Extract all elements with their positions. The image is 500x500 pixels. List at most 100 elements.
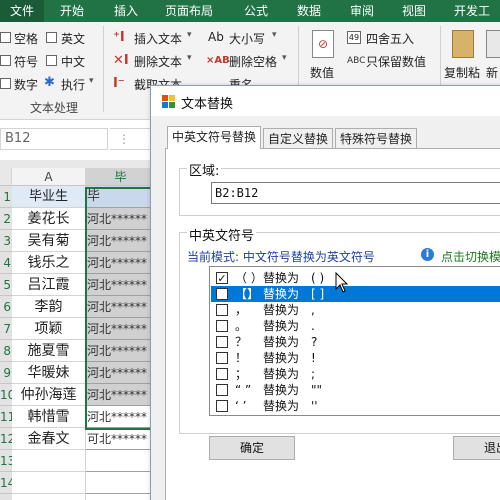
range-input[interactable]: B2:B12: [211, 182, 500, 204]
cell-province[interactable]: 河北******: [86, 230, 156, 252]
row-header[interactable]: 7: [0, 318, 12, 340]
row-header[interactable]: 6: [0, 296, 12, 318]
cell-empty[interactable]: [12, 494, 86, 500]
insert-text-button[interactable]: 插入文本: [134, 30, 182, 47]
row-checkbox[interactable]: ✓: [216, 272, 228, 284]
checkbox-symbol[interactable]: [0, 55, 11, 66]
tab-file[interactable]: 文件: [0, 0, 44, 22]
execute-button[interactable]: 执行: [61, 76, 85, 93]
row-header[interactable]: 13: [0, 450, 12, 472]
keep-values-button[interactable]: 只保留数值: [366, 53, 426, 70]
cell-empty[interactable]: [86, 472, 156, 494]
cell-province[interactable]: 河北******: [86, 252, 156, 274]
cell-empty[interactable]: [86, 450, 156, 472]
cell-province[interactable]: 河北******: [86, 318, 156, 340]
symbol-row[interactable]: ‘ ’ 替换为 '': [211, 398, 500, 414]
cell-province[interactable]: 河北******: [86, 208, 156, 230]
cell-name[interactable]: 项颖: [12, 318, 86, 340]
cell-name[interactable]: 钱乐之: [12, 252, 86, 274]
delete-text-dropdown-icon[interactable]: ▾: [187, 53, 192, 63]
row-header[interactable]: 5: [0, 274, 12, 296]
symbol-row[interactable]: ； 替换为;: [211, 366, 500, 382]
cell-province[interactable]: 河北******: [86, 384, 156, 406]
symbol-list[interactable]: ✓ （ ）替换为( ) 【】 替换为[ ]，替换为,。替换为.？替换为?！替换为!；替…: [209, 266, 500, 416]
new-button[interactable]: 新: [486, 64, 498, 81]
row-header[interactable]: 11: [0, 406, 12, 428]
cell-province[interactable]: 河北******: [86, 274, 156, 296]
cell-a-header[interactable]: 毕业生: [12, 186, 86, 208]
tab-custom-replace[interactable]: 自定义替换: [263, 128, 334, 148]
ok-button[interactable]: 确定: [209, 436, 295, 460]
symbol-row[interactable]: 。 替换为.: [211, 318, 500, 334]
cell-name[interactable]: 金春文: [12, 428, 86, 450]
row-header[interactable]: 10: [0, 384, 12, 406]
row-header[interactable]: 8: [0, 340, 12, 362]
cell-name[interactable]: 吕江霞: [12, 274, 86, 296]
numeric-button[interactable]: 数值: [310, 64, 334, 81]
case-button[interactable]: 大小写: [229, 30, 265, 47]
row-header[interactable]: 3: [0, 230, 12, 252]
symbol-row[interactable]: ， 替换为,: [211, 302, 500, 318]
cell-empty[interactable]: [86, 494, 156, 500]
row-checkbox[interactable]: [216, 304, 228, 316]
checkbox-digit[interactable]: [0, 78, 11, 89]
checkbox-space[interactable]: [0, 32, 11, 43]
row-header[interactable]: 2: [0, 208, 12, 230]
row-checkbox[interactable]: [216, 384, 228, 396]
checkbox-english[interactable]: [46, 32, 57, 43]
tab-review[interactable]: 审阅: [350, 0, 374, 22]
select-all-corner[interactable]: [0, 168, 12, 186]
checkbox-chinese[interactable]: [46, 55, 57, 66]
remove-space-dropdown-icon[interactable]: ▾: [282, 53, 287, 63]
case-dropdown-icon[interactable]: ▾: [272, 30, 277, 40]
row-header[interactable]: 14: [0, 472, 12, 494]
exit-button[interactable]: 退出: [453, 436, 500, 460]
dialog-titlebar[interactable]: 文本替换: [151, 86, 500, 116]
row-checkbox[interactable]: [216, 336, 228, 348]
row-checkbox[interactable]: [216, 368, 228, 380]
remove-space-button[interactable]: 删除空格: [229, 53, 277, 70]
cell-province[interactable]: 可北******: [86, 428, 156, 450]
cell-name[interactable]: 仲孙海莲: [12, 384, 86, 406]
column-header-b[interactable]: 毕: [86, 168, 156, 186]
tab-view[interactable]: 视图: [402, 0, 426, 22]
symbol-row[interactable]: 【】 替换为 [ ]: [211, 286, 500, 302]
row-checkbox[interactable]: [216, 400, 228, 412]
row-header[interactable]: 1: [0, 186, 12, 208]
tab-formulas[interactable]: 公式: [244, 0, 268, 22]
cell-name[interactable]: 李韵: [12, 296, 86, 318]
row-checkbox[interactable]: [216, 352, 228, 364]
cell-province[interactable]: 河北******: [86, 340, 156, 362]
tab-cn-en-symbol[interactable]: 中英文符号替换: [167, 126, 262, 149]
cell-province[interactable]: 河北******: [86, 362, 156, 384]
cell-name[interactable]: 华暖妹: [12, 362, 86, 384]
tab-data[interactable]: 数据: [297, 0, 321, 22]
cell-name[interactable]: 韩惜雪: [12, 406, 86, 428]
cell-name[interactable]: 施夏雪: [12, 340, 86, 362]
row-header[interactable]: 15: [0, 494, 12, 500]
tab-insert[interactable]: 插入: [114, 0, 138, 22]
symbol-row[interactable]: ？ 替换为?: [211, 334, 500, 350]
switch-mode-link[interactable]: 点击切换模: [441, 248, 500, 265]
row-header[interactable]: 4: [0, 252, 12, 274]
cell-name[interactable]: 姜花长: [12, 208, 86, 230]
cell-empty[interactable]: [12, 450, 86, 472]
cell-name[interactable]: 吴有菊: [12, 230, 86, 252]
row-checkbox[interactable]: [216, 320, 228, 332]
cell-b-header[interactable]: 毕: [86, 186, 156, 208]
row-checkbox[interactable]: [216, 288, 228, 300]
tab-developer[interactable]: 开发工具: [454, 0, 500, 40]
symbol-row[interactable]: “ ” 替换为 "": [211, 382, 500, 398]
cell-province[interactable]: 河北******: [86, 296, 156, 318]
delete-text-button[interactable]: 删除文本: [134, 53, 182, 70]
cell-province[interactable]: 河北******: [86, 406, 156, 428]
execute-dropdown-icon[interactable]: ▾: [89, 76, 94, 86]
symbol-row[interactable]: ✓ （ ）替换为 ( ): [211, 270, 500, 286]
cell-empty[interactable]: [12, 472, 86, 494]
tab-special-symbol[interactable]: 特殊符号替换: [335, 128, 418, 148]
tab-page-layout[interactable]: 页面布局: [165, 0, 213, 22]
column-header-a[interactable]: A: [12, 168, 86, 186]
name-box[interactable]: B12: [0, 128, 108, 150]
round-button[interactable]: 四舍五入: [366, 30, 414, 47]
row-header[interactable]: 9: [0, 362, 12, 384]
